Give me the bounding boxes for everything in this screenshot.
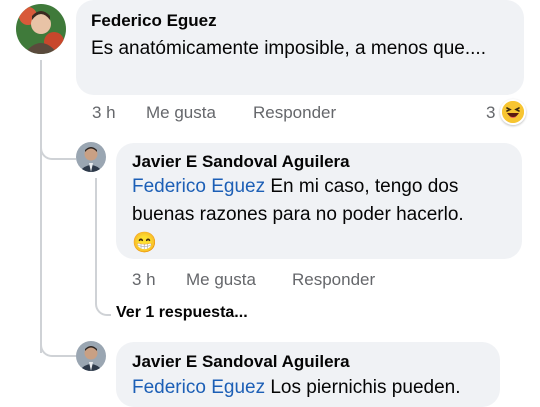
comment-text: Es anatómicamente imposible, a menos que… bbox=[91, 38, 486, 59]
view-replies-link[interactable]: Ver 1 respuesta... bbox=[116, 304, 248, 322]
grin-emoji-icon: 😁 bbox=[132, 232, 157, 254]
thread-connector-view-replies bbox=[95, 296, 111, 316]
reply-author[interactable]: Javier E Sandoval Aguilera bbox=[132, 352, 350, 372]
avatar[interactable] bbox=[16, 4, 66, 54]
avatar-photo-icon bbox=[16, 4, 66, 54]
mention-link[interactable]: Federico Eguez bbox=[132, 377, 265, 398]
mention-link[interactable]: Federico Eguez bbox=[132, 176, 265, 197]
like-button[interactable]: Me gusta bbox=[146, 103, 216, 123]
avatar-photo-icon bbox=[76, 341, 106, 371]
like-button[interactable]: Me gusta bbox=[186, 270, 256, 290]
laughing-emoji-icon[interactable] bbox=[500, 99, 526, 125]
reply-time[interactable]: 3 h bbox=[132, 270, 156, 290]
reply-author[interactable]: Javier E Sandoval Aguilera bbox=[132, 152, 350, 172]
avatar[interactable] bbox=[76, 142, 106, 172]
thread-line-main bbox=[40, 60, 42, 353]
comment-time[interactable]: 3 h bbox=[92, 103, 116, 123]
thread-line-reply1 bbox=[95, 178, 97, 298]
reply-text: Federico Eguez Los piernichis pueden. bbox=[132, 377, 461, 398]
thread-connector-reply2 bbox=[40, 338, 76, 357]
avatar[interactable] bbox=[76, 341, 106, 371]
thread-connector-reply1 bbox=[40, 140, 76, 160]
comment-author[interactable]: Federico Eguez bbox=[91, 11, 217, 31]
reaction-count[interactable]: 3 bbox=[486, 103, 495, 123]
reply-button[interactable]: Responder bbox=[253, 103, 336, 123]
avatar-photo-icon bbox=[76, 142, 106, 172]
reply-button[interactable]: Responder bbox=[292, 270, 375, 290]
reply-text: Federico Eguez En mi caso, tengo dos bue… bbox=[132, 176, 464, 254]
